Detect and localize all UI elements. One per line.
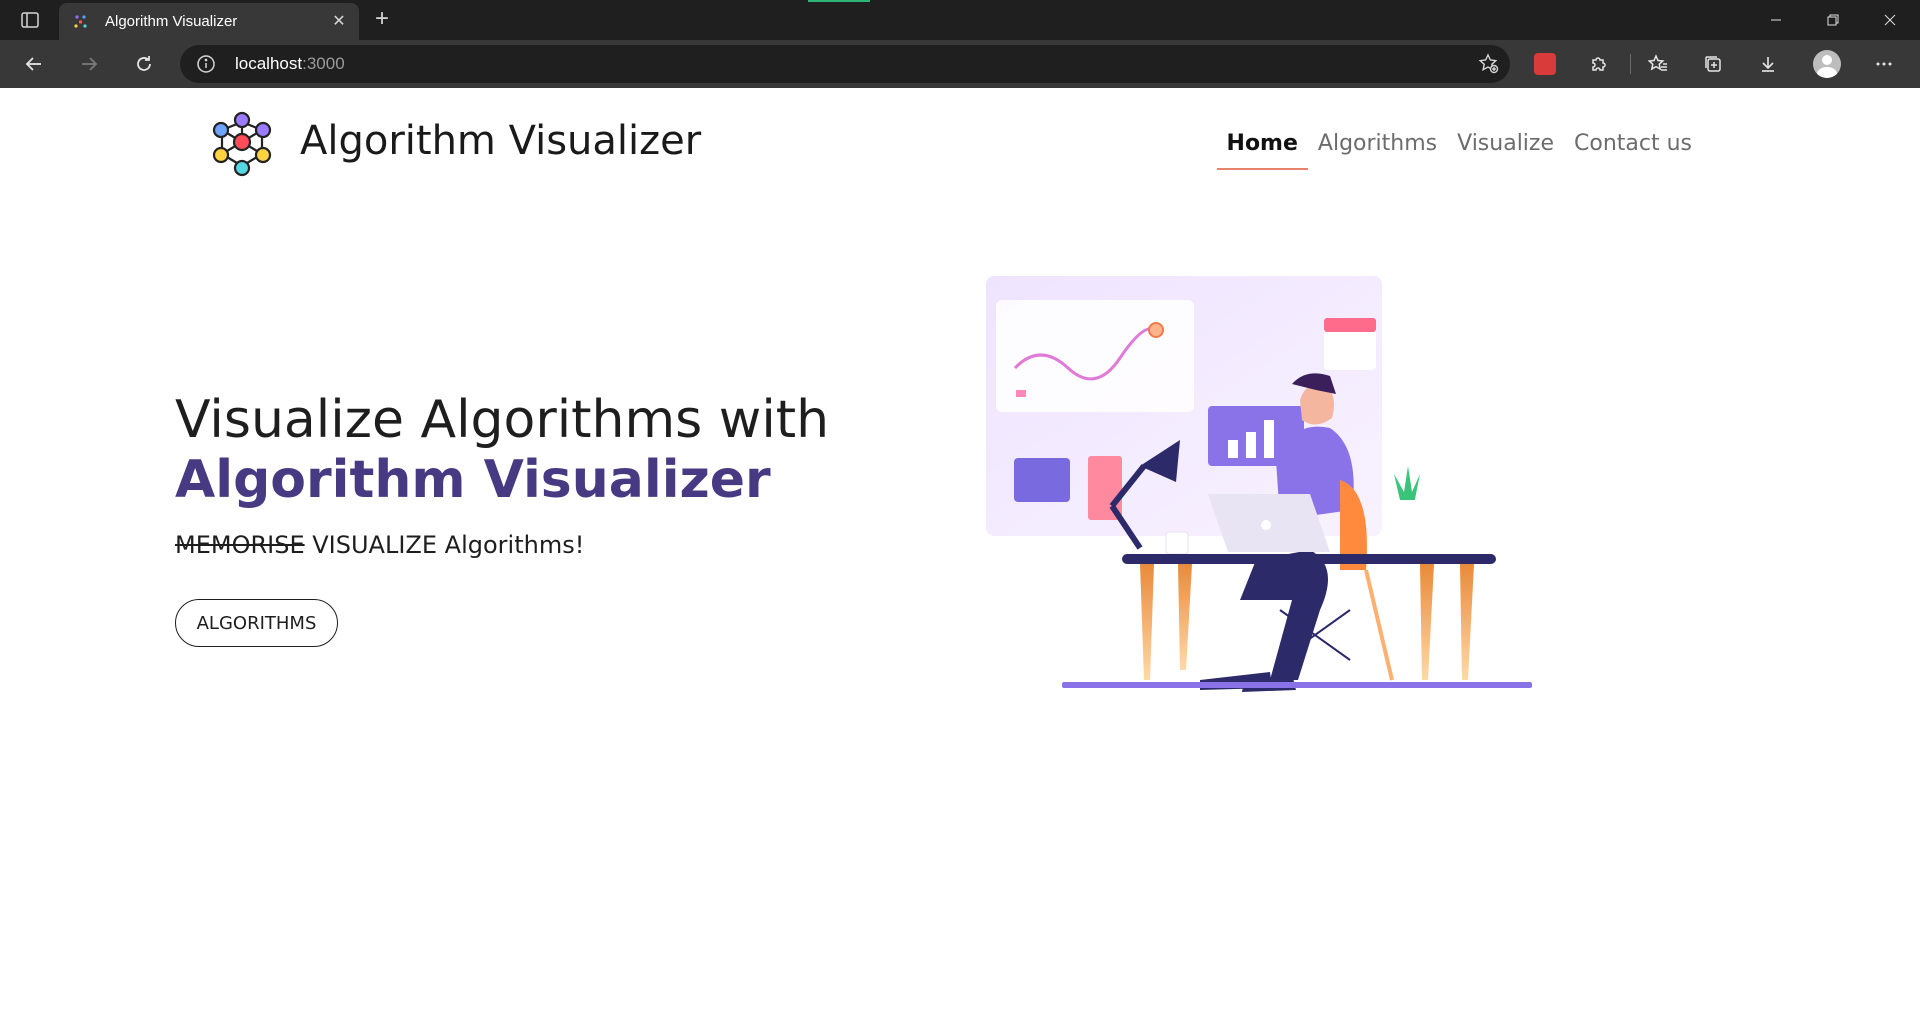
- extensions-puzzle-icon[interactable]: [1581, 48, 1617, 80]
- minimize-button[interactable]: [1748, 0, 1804, 40]
- hero-title: Visualize Algorithms with Algorithm Visu…: [175, 390, 829, 510]
- tab-title: Algorithm Visualizer: [105, 13, 238, 30]
- add-favorite-icon[interactable]: [1478, 53, 1500, 75]
- browser-toolbar: localhost:3000: [0, 40, 1920, 88]
- hero-title-accent: Algorithm Visualizer: [175, 450, 771, 510]
- address-bar[interactable]: localhost:3000: [180, 45, 1510, 83]
- hero-subtitle-rest: VISUALIZE Algorithms!: [304, 531, 585, 559]
- favorites-icon[interactable]: [1640, 48, 1676, 80]
- brand-name[interactable]: Algorithm Visualizer: [300, 118, 701, 164]
- hero-title-line1: Visualize Algorithms with: [175, 390, 830, 450]
- nav-links: Home Algorithms Visualize Contact us: [1216, 130, 1702, 170]
- nav-link-algorithms[interactable]: Algorithms: [1308, 130, 1447, 170]
- browser-tab-bar: Algorithm Visualizer ✕ +: [0, 0, 1920, 40]
- toolbar-separator: [1630, 54, 1631, 74]
- tab-actions-icon[interactable]: [12, 7, 48, 33]
- app-favicon-icon: [74, 15, 87, 28]
- brand-logo-icon[interactable]: [204, 108, 280, 184]
- more-options-icon[interactable]: [1866, 48, 1902, 80]
- hero-subtitle-struck: MEMORISE: [175, 531, 305, 559]
- tab-indicator: [808, 0, 870, 2]
- algorithms-button[interactable]: ALGORITHMS: [175, 599, 338, 647]
- profile-avatar-icon[interactable]: [1809, 48, 1845, 80]
- nav-link-visualize[interactable]: Visualize: [1447, 130, 1564, 170]
- downloads-icon[interactable]: [1750, 48, 1786, 80]
- collections-icon[interactable]: [1695, 48, 1731, 80]
- close-tab-icon[interactable]: ✕: [329, 12, 349, 32]
- forward-arrow-icon[interactable]: [71, 48, 107, 80]
- active-tab[interactable]: Algorithm Visualizer ✕: [59, 3, 359, 40]
- hero-subtitle: MEMORISE VISUALIZE Algorithms!: [175, 531, 584, 559]
- nav-link-home[interactable]: Home: [1216, 130, 1309, 170]
- nav-link-contact[interactable]: Contact us: [1564, 130, 1702, 170]
- restore-button[interactable]: [1805, 0, 1861, 40]
- url-text: localhost:3000: [235, 54, 345, 73]
- back-arrow-icon[interactable]: [16, 48, 52, 80]
- site-navbar: Algorithm Visualizer Home Algorithms Vis…: [0, 88, 1920, 188]
- extension-red-icon[interactable]: [1527, 48, 1563, 80]
- reload-icon[interactable]: [126, 48, 162, 80]
- hero-illustration: [986, 276, 1532, 692]
- site-info-icon[interactable]: [196, 54, 216, 74]
- new-tab-button[interactable]: +: [368, 6, 396, 34]
- close-window-button[interactable]: [1862, 0, 1918, 40]
